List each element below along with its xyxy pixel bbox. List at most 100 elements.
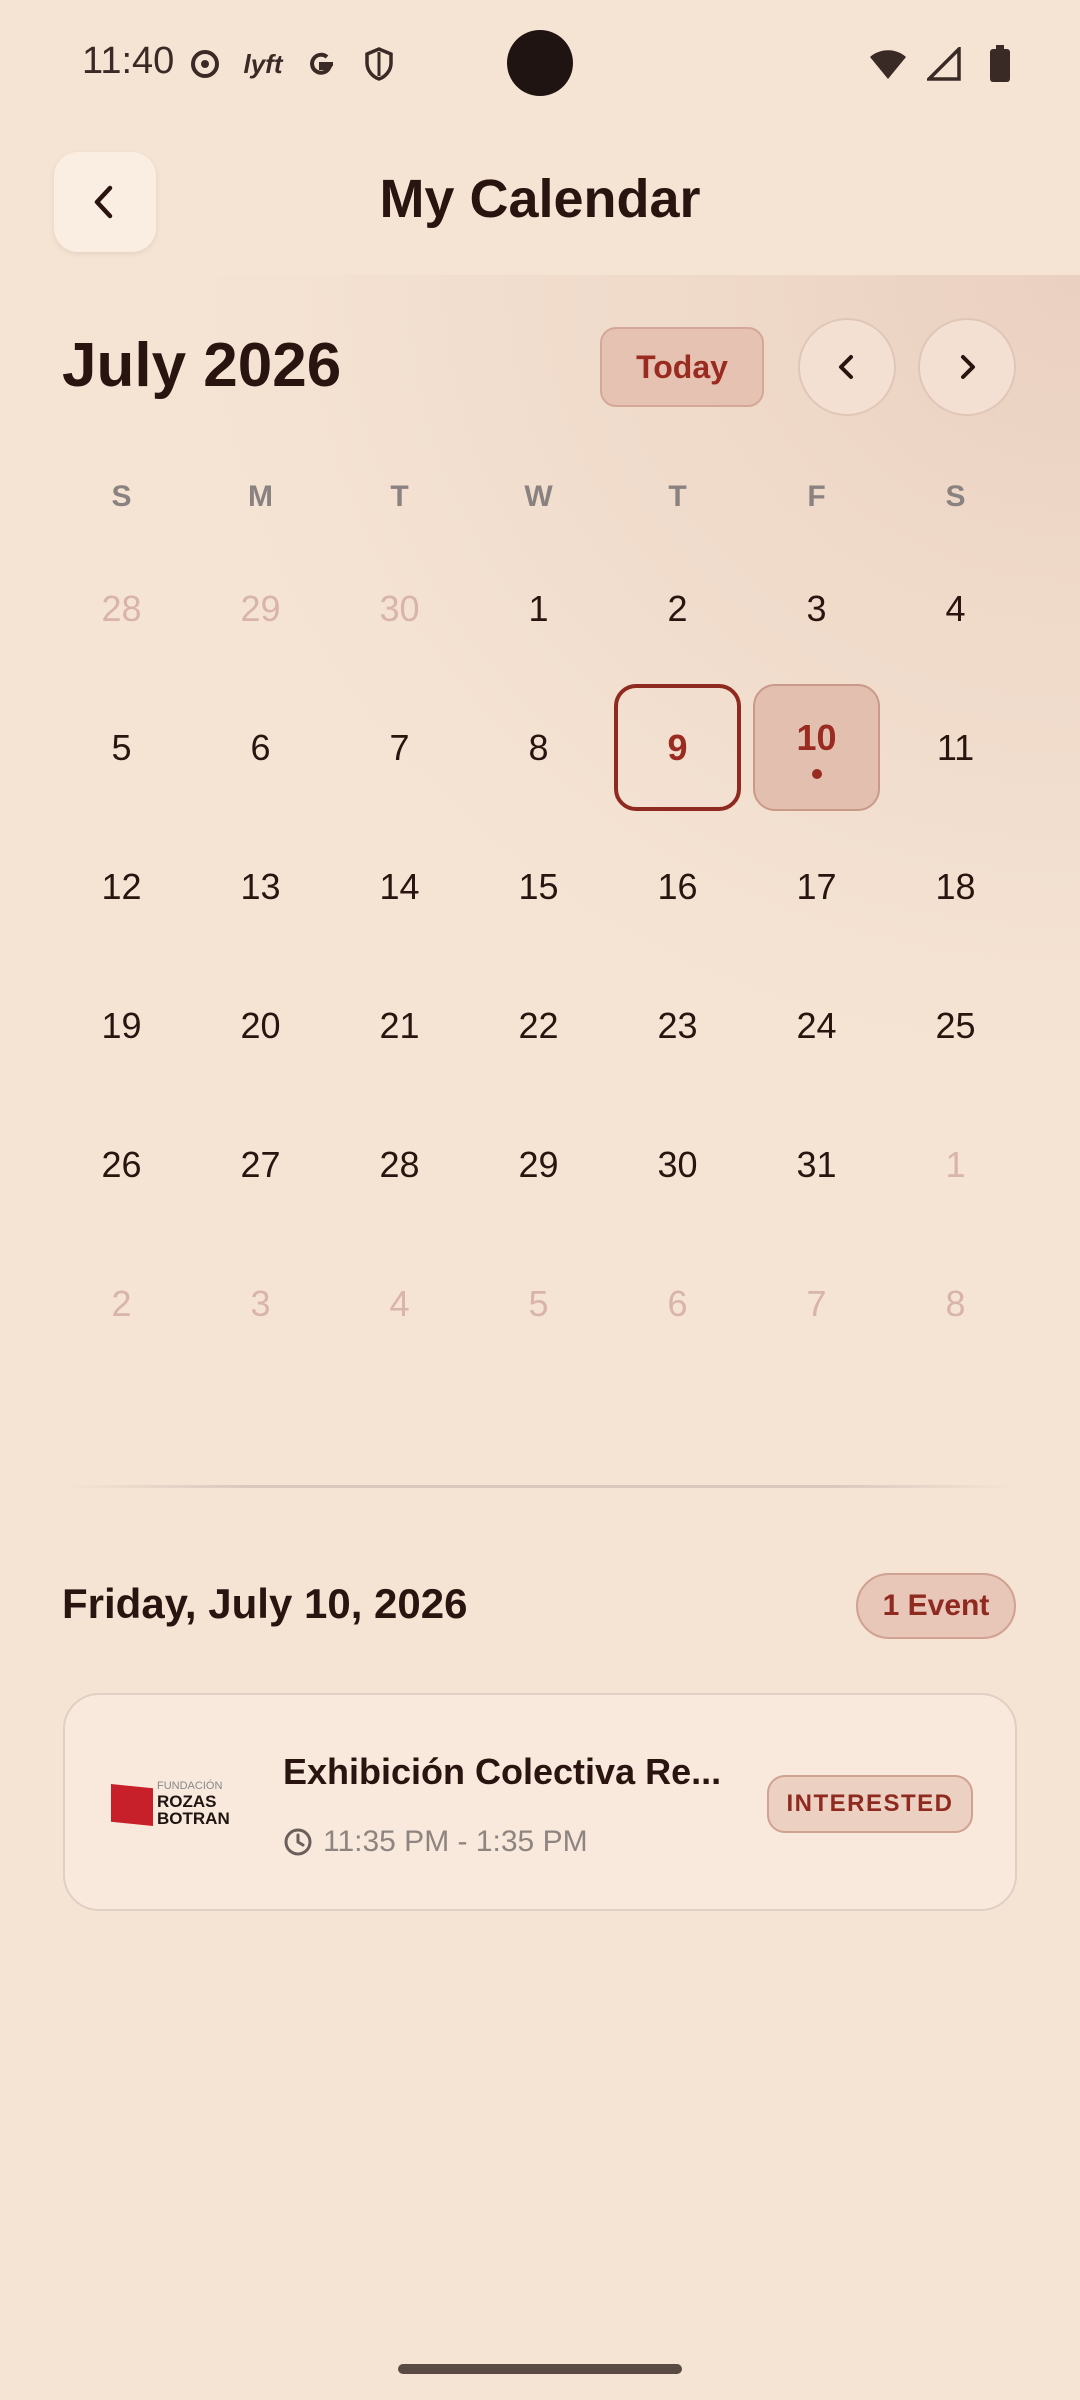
calendar-day-number: 1 [528, 587, 549, 629]
page-title: My Calendar [379, 169, 701, 229]
calendar-day-number: 6 [667, 1282, 688, 1324]
event-time: 11:35 PM - 1:35 PM [283, 1825, 588, 1859]
calendar-day-number: 10 [796, 716, 837, 758]
calendar-day-number: 27 [240, 1143, 281, 1185]
calendar-day[interactable]: 16 [614, 823, 741, 950]
calendar-day[interactable]: 1 [892, 1101, 1019, 1228]
calendar-day-number: 11 [936, 726, 975, 768]
calendar-day[interactable]: 3 [197, 1240, 324, 1367]
calendar-day-number: 7 [806, 1282, 827, 1324]
calendar-day-number: 21 [379, 1004, 420, 1046]
calendar-day[interactable]: 2 [614, 545, 741, 672]
calendar-day[interactable]: 8 [475, 684, 602, 811]
calendar-day[interactable]: 12 [58, 823, 185, 950]
calendar-day-number: 2 [111, 1282, 132, 1324]
weekday-label: S [111, 480, 132, 513]
calendar-day[interactable]: 3 [753, 545, 880, 672]
divider [62, 1485, 1018, 1488]
calendar-day-number: 8 [945, 1282, 966, 1324]
calendar-day[interactable]: 20 [197, 962, 324, 1089]
today-button[interactable]: Today [600, 327, 764, 407]
calendar-day[interactable]: 10 [753, 684, 880, 811]
calendar-day-number: 29 [240, 587, 281, 629]
calendar-day[interactable]: 30 [614, 1101, 741, 1228]
previous-month-button[interactable] [798, 318, 896, 416]
logo-mark-icon [111, 1784, 153, 1826]
calendar-day[interactable]: 2 [58, 1240, 185, 1367]
calendar-day-number: 13 [240, 865, 281, 907]
calendar-day[interactable]: 31 [753, 1101, 880, 1228]
home-indicator[interactable] [398, 2364, 682, 2374]
camera-cutout [507, 30, 573, 96]
calendar-day[interactable]: 7 [753, 1240, 880, 1367]
calendar-day[interactable]: 1 [475, 545, 602, 672]
calendar-day[interactable]: 4 [892, 545, 1019, 672]
calendar-day[interactable]: 5 [58, 684, 185, 811]
status-bar: 11:40 lyft [0, 0, 1080, 130]
calendar-day-number: 3 [806, 587, 827, 629]
calendar-day[interactable]: 17 [753, 823, 880, 950]
calendar-day-number: 29 [518, 1143, 559, 1185]
status-icons-left: lyft [185, 44, 399, 84]
calendar-day[interactable]: 26 [58, 1101, 185, 1228]
calendar-day[interactable]: 6 [197, 684, 324, 811]
calendar-day-number: 24 [796, 1004, 837, 1046]
calendar-day-number: 5 [111, 726, 132, 768]
event-time-text: 11:35 PM - 1:35 PM [323, 1825, 588, 1858]
weekday-label: T [668, 480, 687, 513]
calendar-day[interactable]: 8 [892, 1240, 1019, 1367]
calendar-day-number: 25 [935, 1004, 976, 1046]
calendar-day[interactable]: 14 [336, 823, 463, 950]
calendar-day-number: 2 [667, 587, 688, 629]
google-icon [301, 44, 341, 84]
calendar-day[interactable]: 15 [475, 823, 602, 950]
calendar-day-number: 26 [101, 1143, 142, 1185]
calendar-day[interactable]: 22 [475, 962, 602, 1089]
calendar-day[interactable]: 6 [614, 1240, 741, 1367]
calendar-day[interactable]: 11 [892, 684, 1019, 811]
calendar-day[interactable]: 29 [475, 1101, 602, 1228]
calendar-day-number: 17 [796, 865, 837, 907]
calendar-day[interactable]: 25 [892, 962, 1019, 1089]
weekday-label: T [390, 480, 409, 513]
weekday-label: M [248, 480, 273, 513]
calendar-day[interactable]: 13 [197, 823, 324, 950]
calendar-day-number: 14 [379, 865, 420, 907]
calendar-day-number: 16 [657, 865, 698, 907]
calendar-day[interactable]: 7 [336, 684, 463, 811]
weekday-label: F [807, 480, 826, 513]
event-card[interactable]: FUNDACIÓN ROZAS BOTRAN Exhibición Colect… [63, 1693, 1017, 1911]
clock-icon [284, 1828, 312, 1856]
event-count-badge: 1 Event [856, 1573, 1016, 1639]
calendar-day[interactable]: 30 [336, 545, 463, 672]
calendar-day[interactable]: 9 [614, 684, 741, 811]
calendar-day-number: 18 [935, 865, 976, 907]
calendar-day[interactable]: 29 [197, 545, 324, 672]
shield-icon [359, 44, 399, 84]
next-month-button[interactable] [918, 318, 1016, 416]
calendar-day[interactable]: 28 [58, 545, 185, 672]
calendar-day[interactable]: 21 [336, 962, 463, 1089]
calendar-day-number: 28 [101, 587, 142, 629]
calendar-day[interactable]: 19 [58, 962, 185, 1089]
calendar-day-number: 1 [945, 1143, 966, 1185]
calendar-day[interactable]: 5 [475, 1240, 602, 1367]
calendar-day[interactable]: 28 [336, 1101, 463, 1228]
battery-icon [980, 44, 1020, 84]
calendar-day-number: 7 [389, 726, 410, 768]
organizer-logo: FUNDACIÓN ROZAS BOTRAN [111, 1780, 243, 1830]
calendar-day[interactable]: 24 [753, 962, 880, 1089]
calendar-day[interactable]: 4 [336, 1240, 463, 1367]
calendar-day-number: 23 [657, 1004, 698, 1046]
calendar-grid: 28 29 30 1 2 3 4 5 6 7 8 9 10 11 12 13 14 15 16 17 18 19 20 21 2… [52, 545, 1028, 1385]
calendar-day[interactable]: 27 [197, 1101, 324, 1228]
screen: 11:40 lyft My Calendar July 2026 Today S… [0, 0, 1080, 2400]
weekday-label: W [524, 480, 553, 513]
calendar-day[interactable]: 23 [614, 962, 741, 1089]
wifi-icon [868, 44, 908, 84]
calendar-day[interactable]: 18 [892, 823, 1019, 950]
lyft-icon: lyft [243, 48, 283, 79]
event-status-badge[interactable]: INTERESTED [767, 1775, 973, 1833]
podcast-icon [185, 44, 225, 84]
weekday-label: S [945, 480, 966, 513]
